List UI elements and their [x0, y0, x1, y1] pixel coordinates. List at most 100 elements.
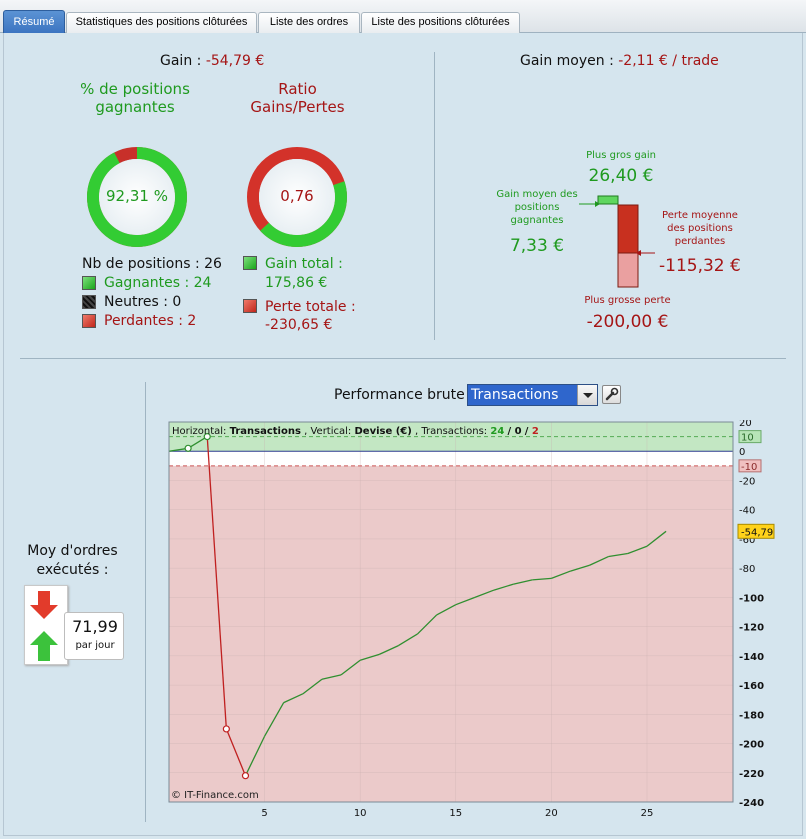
tab-statistiques[interactable]: Statistiques des positions clôturées	[66, 12, 257, 33]
ordres-unit: par jour	[75, 640, 115, 651]
chart-zones	[169, 422, 733, 802]
performance-title: Performance brute	[334, 387, 465, 403]
y-tick-label: -40	[739, 506, 755, 517]
pct-gagnantes-value: 92,31 %	[106, 187, 168, 205]
perte-moyenne-value: -115,32 €	[659, 256, 741, 276]
y-tick-label: -180	[739, 710, 764, 721]
gagnantes-count: Gagnantes : 24	[104, 275, 212, 291]
gain-moyen-value: -2,11 € / trade	[618, 53, 719, 69]
vertical-separator-bottom	[145, 382, 146, 822]
info-vertical-value: Devise (€)	[354, 426, 411, 437]
perte-totale-swatch	[243, 299, 257, 313]
info-win: 24	[490, 426, 504, 437]
info-horizontal-value: Transactions	[230, 426, 301, 437]
perte-moyenne-bar	[617, 204, 639, 254]
chevron-down-icon	[583, 393, 593, 398]
ordres-card: 71,99 par jour	[24, 585, 128, 665]
plus-grosse-perte-value: -200,00 €	[586, 312, 669, 332]
band-upper-badge: 10	[738, 430, 762, 444]
gain-value: -54,79 €	[205, 53, 265, 69]
performance-select[interactable]: Transactions	[467, 384, 598, 406]
info-loss: 2	[532, 426, 539, 437]
x-tick-label: 15	[449, 808, 462, 819]
plus-gros-gain-label: Plus gros gain	[586, 150, 656, 161]
info-transactions-label: , Transactions:	[415, 426, 487, 437]
gain-point	[184, 444, 192, 452]
y-tick-label: -120	[739, 623, 764, 634]
performance-select-value: Transactions	[471, 387, 559, 403]
neutres-count: Neutres : 0	[104, 294, 182, 310]
y-axis-labels: 200-20-40-60-80-100-120-140-160-180-200-…	[739, 420, 764, 809]
x-axis-labels: 5 10 15 20 25	[261, 808, 653, 819]
settings-button[interactable]	[602, 385, 621, 404]
perte-moyenne-label: Perte moyenne des positions perdantes	[662, 210, 738, 247]
y-tick-label: -220	[739, 769, 764, 780]
gain-moyen-gagnantes-value: 7,33 €	[509, 236, 565, 256]
perte-totale-label: Perte totale :	[265, 299, 356, 315]
loss-point	[241, 772, 250, 780]
ratio-value: 0,76	[280, 187, 314, 205]
tab-resume[interactable]: Résumé	[3, 10, 65, 34]
plus-gros-gain-value: 26,40 €	[588, 166, 654, 186]
last-value-badge: -54,79	[737, 523, 775, 539]
y-tick-label: -140	[739, 652, 764, 663]
plus-grosse-perte-label: Plus grosse perte	[584, 295, 671, 306]
gain-bar	[597, 195, 619, 205]
buy-arrow-icon	[30, 631, 58, 661]
band-lower-label: -10	[741, 462, 757, 473]
info-sep2: /	[525, 426, 532, 437]
ratio-title: Ratio Gains/Pertes	[250, 80, 345, 116]
y-tick-label: -160	[739, 681, 764, 692]
gain-total-label: Gain total :	[265, 256, 343, 272]
ordres-value-box: 71,99 par jour	[64, 612, 124, 660]
gain-header: Gain : -54,79 €	[160, 53, 264, 69]
y-tick-label: -20	[739, 476, 755, 487]
x-tick-label: 20	[545, 808, 558, 819]
y-tick-label: -100	[739, 593, 764, 604]
watermark: © IT-Finance.com	[171, 790, 259, 801]
x-tick-label: 5	[261, 808, 267, 819]
y-tick-label: 20	[739, 420, 752, 429]
horizontal-separator	[20, 358, 786, 359]
y-tick-label: 0	[739, 447, 745, 458]
performance-chart: 200-20-40-60-80-100-120-140-160-180-200-…	[168, 420, 775, 819]
info-horizontal-label: Horizontal:	[172, 426, 226, 437]
band-upper-label: 10	[741, 433, 754, 444]
tab-liste-positions[interactable]: Liste des positions clôturées	[361, 12, 520, 33]
select-dropdown-button[interactable]	[577, 385, 597, 405]
chart-info-line: Horizontal: Transactions , Vertical: Dev…	[172, 426, 539, 437]
plus-grosse-perte-bar	[617, 252, 639, 288]
last-value-label: -54,79	[741, 527, 773, 538]
gain-moyen-label: Gain moyen :	[520, 53, 614, 69]
gain-total-value: 175,86 €	[265, 275, 328, 291]
info-neutral: 0	[515, 426, 522, 437]
gain-loss-bar-diagram	[579, 195, 655, 288]
x-tick-label: 25	[641, 808, 654, 819]
ordres-arrows-icon	[30, 591, 58, 661]
ordres-value: 71,99	[72, 617, 118, 636]
ordres-title: Moy d'ordres exécutés :	[27, 543, 118, 578]
tab-liste-ordres[interactable]: Liste des ordres	[258, 12, 360, 33]
y-tick-label: -240	[739, 798, 764, 809]
neutres-swatch	[82, 295, 96, 309]
gain-moyen-gagnantes-label: Gain moyen des positions gagnantes	[496, 189, 578, 226]
gain-moyen-header: Gain moyen : -2,11 € / trade	[520, 53, 719, 69]
perte-totale-value: -230,65 €	[265, 317, 333, 333]
loss-point	[222, 725, 230, 733]
tab-bar: Résumé Statistiques des positions clôtur…	[0, 0, 806, 34]
vertical-separator-top	[434, 52, 435, 340]
y-tick-label: -80	[739, 564, 755, 575]
nb-positions: Nb de positions : 26	[82, 256, 222, 272]
info-vertical-label: , Vertical:	[304, 426, 351, 437]
sell-arrow-icon	[30, 591, 58, 619]
wrench-icon	[605, 387, 619, 401]
loss-zone	[169, 465, 733, 802]
pct-gagnantes-title: % de positions gagnantes	[80, 80, 190, 116]
perdantes-swatch	[82, 314, 96, 328]
x-tick-label: 10	[354, 808, 367, 819]
band-lower-badge: -10	[738, 459, 762, 473]
gain-total-swatch	[243, 256, 257, 270]
gagnantes-swatch	[82, 276, 96, 290]
perdantes-count: Perdantes : 2	[104, 313, 197, 329]
y-tick-label: -200	[739, 740, 764, 751]
